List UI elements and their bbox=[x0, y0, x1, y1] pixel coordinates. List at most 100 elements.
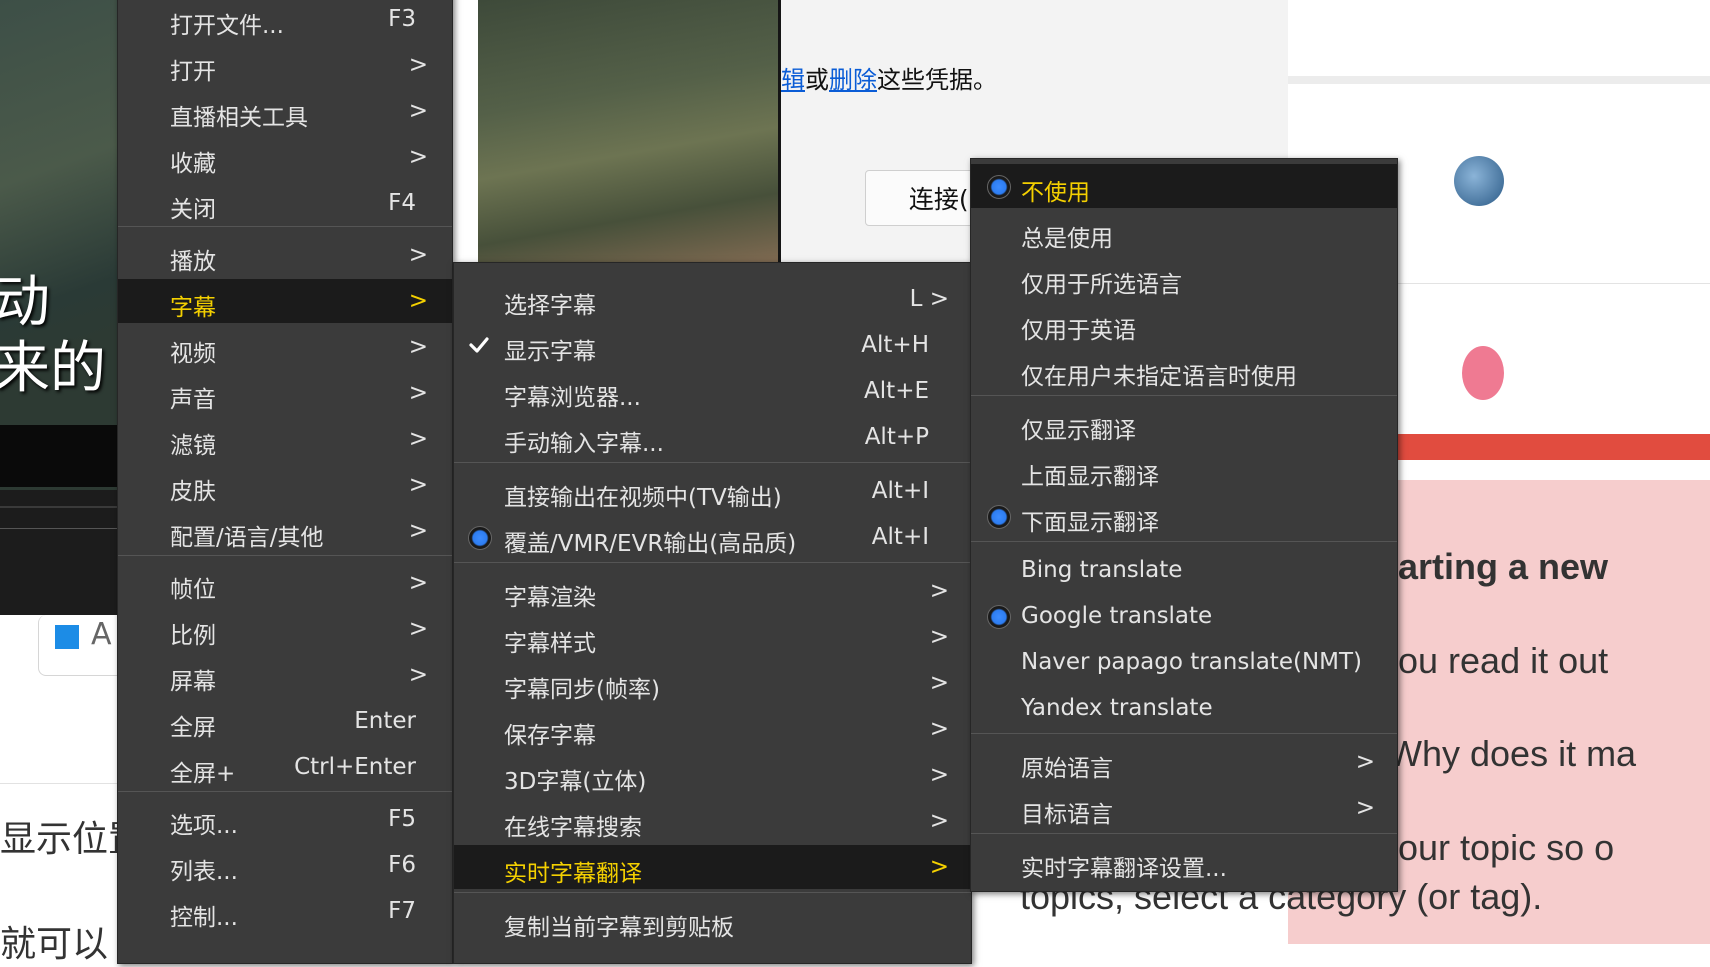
menu-item-3d-subtitle[interactable]: 3D字幕(立体) > bbox=[454, 753, 971, 797]
menu-item-label: 实时字幕翻译 bbox=[504, 861, 642, 887]
menu-item-controls[interactable]: 控制... F7 bbox=[118, 889, 452, 933]
menu-item-frame[interactable]: 帧位 > bbox=[118, 561, 452, 605]
menu-item-overlay-output[interactable]: 覆盖/VMR/EVR输出(高品质) Alt+I bbox=[454, 515, 971, 559]
menu-separator bbox=[971, 395, 1397, 396]
menu-item-label: 仅显示翻译 bbox=[1021, 418, 1136, 444]
menu-item-label: 在线字幕搜索 bbox=[504, 815, 642, 841]
menu-item-label: 播放 bbox=[170, 249, 216, 275]
menu-item-translation-above[interactable]: 上面显示翻译 bbox=[971, 448, 1397, 492]
menu-item-manual-subtitle[interactable]: 手动输入字幕... Alt+P bbox=[454, 415, 971, 459]
menu-item-translation-only[interactable]: 仅显示翻译 bbox=[971, 402, 1397, 446]
menu-item-open-file[interactable]: 打开文件... F3 bbox=[118, 0, 452, 41]
menu-item-realtime-translate[interactable]: 实时字幕翻译 > bbox=[454, 845, 971, 889]
video-frame-left: 动 来的 bbox=[0, 0, 118, 490]
menu-item-yandex-translate[interactable]: Yandex translate bbox=[971, 686, 1397, 730]
menu-item-english-only[interactable]: 仅用于英语 bbox=[971, 302, 1397, 346]
notification-dot[interactable] bbox=[1462, 346, 1504, 400]
menu-item-selected-language-only[interactable]: 仅用于所选语言 bbox=[971, 256, 1397, 300]
menu-item-label: 字幕 bbox=[170, 295, 216, 321]
radio-selected-icon bbox=[987, 605, 1011, 629]
chevron-right-icon: > bbox=[408, 472, 428, 498]
delete-link[interactable]: 删除 bbox=[829, 66, 877, 94]
menu-item-label: 显示字幕 bbox=[504, 339, 596, 365]
menu-item-label: 屏幕 bbox=[170, 669, 216, 695]
menu-item-subtitles[interactable]: 字幕 > bbox=[118, 279, 452, 323]
avatar[interactable] bbox=[1454, 156, 1504, 206]
chevron-right-icon: > bbox=[408, 52, 428, 78]
menu-item-bing-translate[interactable]: Bing translate bbox=[971, 548, 1397, 592]
menu-item-subtitle-sync[interactable]: 字幕同步(帧率) > bbox=[454, 661, 971, 705]
menu-item-online-subtitle-search[interactable]: 在线字幕搜索 > bbox=[454, 799, 971, 843]
menu-item-close[interactable]: 关闭 F4 bbox=[118, 181, 452, 225]
menu-separator bbox=[971, 541, 1397, 542]
menu-item-tv-output[interactable]: 直接输出在视频中(TV输出) Alt+I bbox=[454, 469, 971, 513]
menu-item-select-subtitle[interactable]: 选择字幕 L > bbox=[454, 277, 971, 321]
menu-item-favorites[interactable]: 收藏 > bbox=[118, 135, 452, 179]
menu-item-screen[interactable]: 屏幕 > bbox=[118, 653, 452, 697]
dialog-text: 或 bbox=[805, 66, 829, 94]
chevron-right-icon: > bbox=[1355, 749, 1375, 775]
menu-item-subtitle-render[interactable]: 字幕渲染 > bbox=[454, 569, 971, 613]
menu-item-filters[interactable]: 滤镜 > bbox=[118, 417, 452, 461]
menu-item-label: 复制当前字幕到剪贴板 bbox=[504, 915, 734, 941]
chevron-right-icon: > bbox=[929, 670, 949, 696]
menu-item-copy-subtitle[interactable]: 复制当前字幕到剪贴板 bbox=[454, 899, 971, 943]
background-page-left: A 显示位置 就可以 bbox=[0, 615, 144, 965]
translate-submenu: 不使用 总是使用 仅用于所选语言 仅用于英语 仅在用户未指定语言时使用 仅显示翻… bbox=[970, 158, 1398, 892]
chevron-right-icon: > bbox=[408, 98, 428, 124]
menu-item-unspecified-only[interactable]: 仅在用户未指定语言时使用 bbox=[971, 348, 1397, 392]
menu-item-label: Bing translate bbox=[1021, 557, 1183, 583]
menu-item-label: 原始语言 bbox=[1021, 756, 1113, 782]
menu-item-subtitle-browser[interactable]: 字幕浏览器... Alt+E bbox=[454, 369, 971, 413]
menu-item-skins[interactable]: 皮肤 > bbox=[118, 463, 452, 507]
chevron-right-icon: > bbox=[408, 570, 428, 596]
menu-item-source-language[interactable]: 原始语言 > bbox=[971, 740, 1397, 784]
menu-item-accel: Alt+H bbox=[861, 332, 929, 358]
webpage-heading: arting a new bbox=[1398, 546, 1609, 587]
menu-separator bbox=[454, 462, 971, 463]
edit-link[interactable]: 辑 bbox=[781, 66, 805, 94]
webpage-text: ou read it out bbox=[1398, 640, 1609, 681]
chevron-right-icon: > bbox=[408, 288, 428, 314]
video-subtitle-text: 动 来的 bbox=[0, 270, 106, 401]
menu-item-fullscreen-plus[interactable]: 全屏+ Ctrl+Enter bbox=[118, 745, 452, 789]
menu-item-label: 目标语言 bbox=[1021, 802, 1113, 828]
chevron-right-icon: > bbox=[1355, 795, 1375, 821]
menu-item-translation-below[interactable]: 下面显示翻译 bbox=[971, 494, 1397, 538]
menu-item-always-use[interactable]: 总是使用 bbox=[971, 210, 1397, 254]
menu-item-target-language[interactable]: 目标语言 > bbox=[971, 786, 1397, 830]
menu-item-options[interactable]: 选项... F5 bbox=[118, 797, 452, 841]
menu-item-open[interactable]: 打开 > bbox=[118, 43, 452, 87]
menu-item-google-translate[interactable]: Google translate bbox=[971, 594, 1397, 638]
radio-selected-icon bbox=[987, 505, 1011, 529]
menu-item-video[interactable]: 视频 > bbox=[118, 325, 452, 369]
menu-item-audio[interactable]: 声音 > bbox=[118, 371, 452, 415]
menu-item-papago-translate[interactable]: Naver papago translate(NMT) bbox=[971, 640, 1397, 684]
chevron-right-icon: > bbox=[408, 144, 428, 170]
menu-item-live-tools[interactable]: 直播相关工具 > bbox=[118, 89, 452, 133]
menu-item-fullscreen[interactable]: 全屏 Enter bbox=[118, 699, 452, 743]
dialog-text: 这些凭据。 bbox=[877, 66, 997, 94]
menu-item-label: 覆盖/VMR/EVR输出(高品质) bbox=[504, 531, 797, 557]
menu-item-save-subtitle[interactable]: 保存字幕 > bbox=[454, 707, 971, 751]
card-text: A bbox=[91, 617, 112, 652]
menu-item-accel: Ctrl+Enter bbox=[294, 754, 416, 780]
menu-item-label: 比例 bbox=[170, 623, 216, 649]
menu-item-translate-settings[interactable]: 实时字幕翻译设置... bbox=[971, 840, 1397, 884]
menu-item-label: 实时字幕翻译设置... bbox=[1021, 856, 1227, 882]
menu-item-label: 字幕浏览器... bbox=[504, 385, 641, 411]
menu-item-playlist[interactable]: 列表... F6 bbox=[118, 843, 452, 887]
checkmark-icon bbox=[469, 337, 489, 353]
menu-item-aspect-ratio[interactable]: 比例 > bbox=[118, 607, 452, 651]
chevron-right-icon: > bbox=[929, 578, 949, 604]
menu-item-play[interactable]: 播放 > bbox=[118, 233, 452, 277]
chevron-right-icon: > bbox=[929, 762, 949, 788]
menu-item-not-used[interactable]: 不使用 bbox=[971, 164, 1397, 208]
subtitle-submenu: 选择字幕 L > 显示字幕 Alt+H 字幕浏览器... Alt+E 手动输入字幕..… bbox=[453, 262, 972, 964]
menu-item-subtitle-style[interactable]: 字幕样式 > bbox=[454, 615, 971, 659]
menu-item-label: 选择字幕 bbox=[504, 293, 596, 319]
menu-item-show-subtitle[interactable]: 显示字幕 Alt+H bbox=[454, 323, 971, 367]
menu-item-config-language[interactable]: 配置/语言/其他 > bbox=[118, 509, 452, 553]
menu-item-label: 字幕样式 bbox=[504, 631, 596, 657]
menu-item-label: 视频 bbox=[170, 341, 216, 367]
